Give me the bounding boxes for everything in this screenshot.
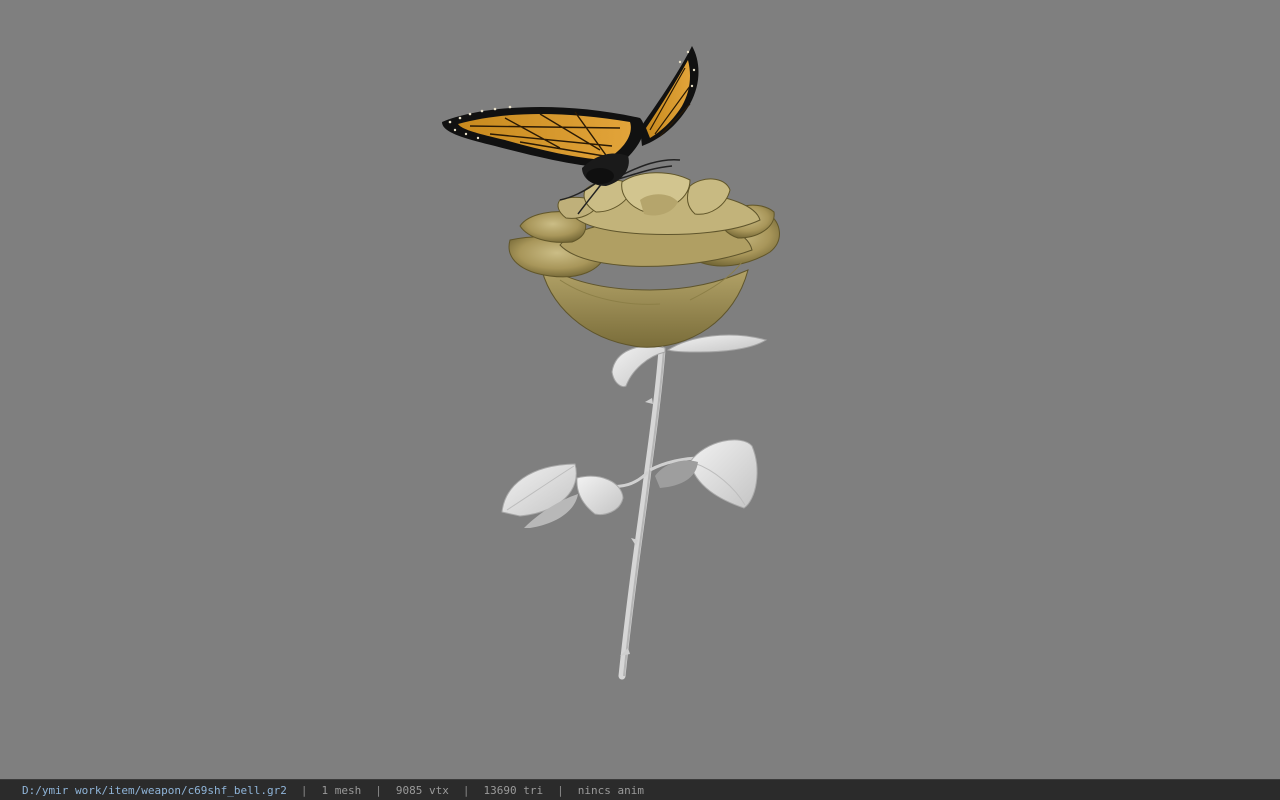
status-separator: |: [375, 783, 382, 797]
triangle-count-label: 13690 tri: [483, 783, 544, 797]
vertex-count-label: 9085 vtx: [395, 783, 449, 797]
rose-bloom: [508, 172, 780, 348]
3d-viewport[interactable]: [0, 0, 1280, 779]
rose-stem: [618, 346, 666, 680]
rose-leaf: [655, 439, 758, 509]
status-separator: |: [557, 783, 564, 797]
rose-leaf: [501, 463, 578, 528]
status-separator: |: [462, 783, 470, 797]
file-path-label: D:/ymir work/item/weapon/c69shf_bell.gr2: [22, 783, 287, 797]
animation-status-label: nincs anim: [577, 783, 644, 797]
model-render: [442, 46, 780, 680]
mesh-count-label: 1 mesh: [321, 783, 362, 797]
status-separator: |: [300, 783, 308, 797]
rose-leaf: [576, 475, 624, 515]
status-bar: D:/ymir work/item/weapon/c69shf_bell.gr2…: [0, 779, 1280, 800]
